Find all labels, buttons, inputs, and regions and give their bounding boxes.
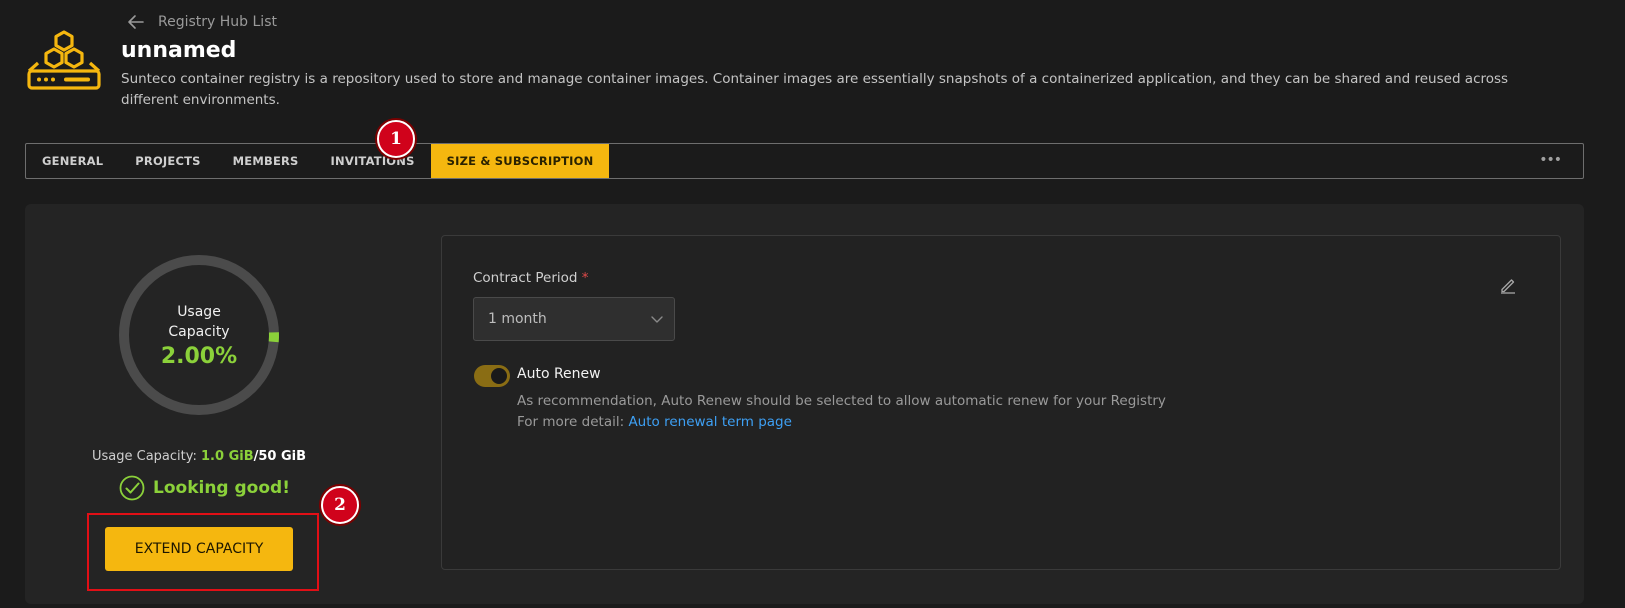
auto-renew-label: Auto Renew bbox=[517, 366, 601, 382]
annotation-marker-1: 1 bbox=[377, 120, 415, 158]
back-link[interactable]: Registry Hub List bbox=[126, 12, 277, 32]
chevron-down-icon bbox=[651, 316, 663, 323]
more-options-icon[interactable]: ••• bbox=[1539, 152, 1562, 168]
usage-percent: 2.00% bbox=[160, 343, 238, 369]
contract-period-label: Contract Period * bbox=[473, 270, 589, 286]
contract-period-select[interactable]: 1 month bbox=[473, 297, 675, 341]
hint-line-1: As recommendation, Auto Renew should be … bbox=[517, 393, 1166, 409]
usage-status: Looking good! bbox=[119, 475, 290, 501]
tab-projects[interactable]: PROJECTS bbox=[119, 144, 216, 178]
usage-donut-text: Usage Capacity 2.00% bbox=[117, 253, 281, 417]
auto-renew-hint: As recommendation, Auto Renew should be … bbox=[517, 391, 1166, 433]
required-mark: * bbox=[581, 270, 589, 286]
toggle-knob bbox=[491, 368, 507, 384]
annotation-marker-2: 2 bbox=[321, 486, 359, 524]
back-link-label: Registry Hub List bbox=[158, 14, 277, 30]
hint-prefix: For more detail: bbox=[517, 414, 625, 430]
usage-used-value: 1.0 GiB bbox=[201, 449, 254, 464]
extend-capacity-button[interactable]: EXTEND CAPACITY bbox=[105, 527, 293, 571]
registry-logo-icon bbox=[27, 30, 101, 90]
page-description: Sunteco container registry is a reposito… bbox=[121, 71, 1509, 108]
usage-status-text: Looking good! bbox=[153, 478, 290, 498]
tab-size-subscription[interactable]: SIZE & SUBSCRIPTION bbox=[430, 144, 610, 178]
usage-capacity-line: Usage Capacity: 1.0 GiB/50 GiB bbox=[0, 449, 398, 464]
usage-capacity-label: Usage Capacity: bbox=[91, 449, 197, 464]
auto-renew-toggle[interactable] bbox=[474, 365, 510, 387]
tab-bar: GENERAL PROJECTS MEMBERS INVITATIONS SIZ… bbox=[25, 143, 1584, 179]
hint-line-2: For more detail: Auto renewal term page bbox=[517, 412, 1166, 433]
edit-pencil-icon[interactable] bbox=[1499, 276, 1517, 294]
contract-period-value: 1 month bbox=[488, 311, 547, 327]
usage-total-value: 50 GiB bbox=[258, 449, 307, 464]
page-title: unnamed bbox=[121, 38, 237, 63]
tab-members[interactable]: MEMBERS bbox=[217, 144, 315, 178]
check-circle-icon bbox=[119, 475, 145, 501]
auto-renewal-term-link[interactable]: Auto renewal term page bbox=[628, 414, 791, 430]
tab-invitations[interactable]: INVITATIONS bbox=[315, 144, 431, 178]
arrow-left-icon bbox=[128, 15, 144, 29]
contract-period-label-text: Contract Period bbox=[473, 270, 578, 286]
donut-label-line2: Capacity bbox=[168, 323, 230, 340]
donut-label-line1: Usage bbox=[177, 303, 221, 320]
tab-general[interactable]: GENERAL bbox=[26, 144, 119, 178]
